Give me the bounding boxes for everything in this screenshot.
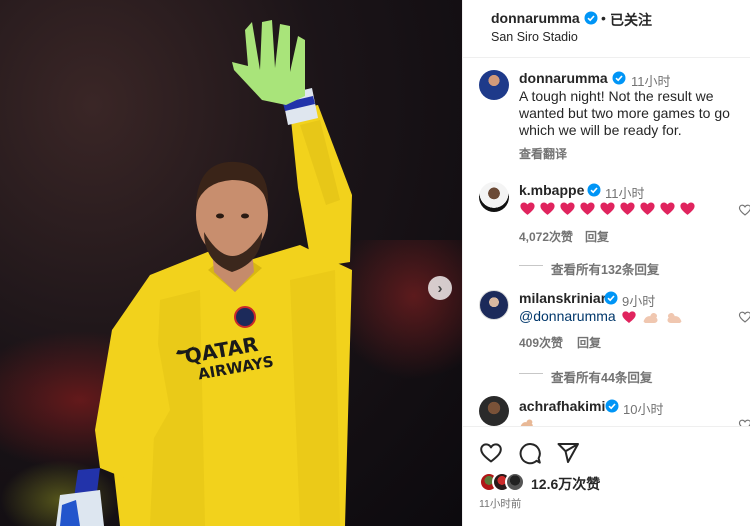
post-location[interactable]: San Siro Stadio — [491, 30, 578, 44]
caption-username[interactable]: donnarumma — [519, 70, 608, 86]
caption-line: A tough night! Not the result we — [519, 88, 714, 104]
comment-bubble-icon[interactable] — [518, 441, 542, 465]
heart-emoji — [580, 202, 595, 215]
caption-line: wanted but two more games to go — [519, 105, 730, 121]
heart-emoji — [622, 310, 636, 323]
goalkeeper-illustration — [56, 20, 352, 526]
following-button[interactable]: 已关注 — [610, 10, 652, 30]
like-count[interactable]: 12.6万次赞 — [531, 474, 600, 494]
comment-username[interactable]: k.mbappe — [519, 182, 584, 198]
avatar[interactable] — [479, 396, 509, 426]
flexed-biceps-emoji — [520, 419, 533, 426]
avatar[interactable] — [479, 290, 509, 320]
view-replies-link[interactable]: 查看所有132条回复 — [551, 259, 659, 278]
caption-line: which we will be ready for. — [519, 122, 682, 138]
heart-emoji — [520, 202, 535, 215]
verified-badge-icon — [587, 183, 601, 197]
comment-username[interactable]: milanskriniar — [519, 290, 606, 306]
comment-likes[interactable]: 4,072次赞 — [519, 228, 573, 245]
heart-emoji — [640, 202, 655, 215]
like-comment-heart-icon[interactable] — [738, 203, 750, 217]
heart-emoji — [600, 202, 615, 215]
verified-badge-icon — [584, 11, 598, 25]
heart-emoji — [560, 202, 575, 215]
mention-link[interactable]: @donnarumma — [519, 308, 616, 325]
glove — [232, 20, 305, 105]
reply-button[interactable]: 回复 — [585, 228, 609, 245]
avatar[interactable] — [479, 182, 509, 212]
post-timestamp[interactable]: 11小时前 — [479, 496, 521, 511]
view-replies-link[interactable]: 查看所有44条回复 — [551, 367, 652, 386]
comment-likes[interactable]: 409次赞 — [519, 334, 563, 351]
post-photo[interactable]: QATAR AIRWAYS › — [0, 0, 462, 526]
post-side-panel: donnarumma • 已关注 San Siro Stadio donnaru… — [462, 0, 750, 526]
separator-dot: • — [601, 10, 606, 26]
replies-divider — [519, 265, 543, 266]
verified-badge-icon — [605, 399, 619, 413]
post-header: donnarumma • 已关注 San Siro Stadio — [463, 0, 750, 58]
heart-outline-icon[interactable] — [479, 441, 503, 465]
post-username[interactable]: donnarumma — [491, 10, 580, 26]
comment-text-hearts — [519, 200, 696, 217]
comments-list[interactable]: donnarumma 11小时 A tough night! Not the r… — [463, 58, 750, 426]
comment-username[interactable]: achrafhakimi — [519, 398, 605, 414]
like-comment-heart-icon[interactable] — [738, 310, 750, 324]
comment-text: @donnarumma — [519, 308, 683, 325]
paper-plane-icon[interactable] — [556, 441, 580, 465]
caption-text: A tough night! Not the result we wanted … — [519, 88, 747, 139]
heart-emoji — [680, 202, 695, 215]
comment-time[interactable]: 10小时 — [623, 399, 663, 418]
like-comment-heart-icon[interactable] — [738, 418, 750, 426]
post-actions: 12.6万次赞 11小时前 — [463, 426, 750, 526]
see-translation-link[interactable]: 查看翻译 — [519, 145, 567, 162]
club-crest — [234, 306, 256, 328]
chevron-right-icon[interactable]: › — [428, 276, 452, 300]
reply-button[interactable]: 回复 — [577, 334, 601, 351]
heart-emoji — [540, 202, 555, 215]
flexed-biceps-emoji — [643, 312, 658, 323]
replies-divider — [519, 373, 543, 374]
heart-emoji — [660, 202, 675, 215]
flexed-biceps-emoji — [667, 312, 682, 323]
avatar[interactable] — [479, 70, 509, 100]
verified-badge-icon — [612, 71, 626, 85]
heart-emoji — [620, 202, 635, 215]
avatar — [505, 472, 525, 492]
verified-badge-icon — [604, 291, 618, 305]
liked-by-avatars[interactable] — [479, 472, 533, 492]
